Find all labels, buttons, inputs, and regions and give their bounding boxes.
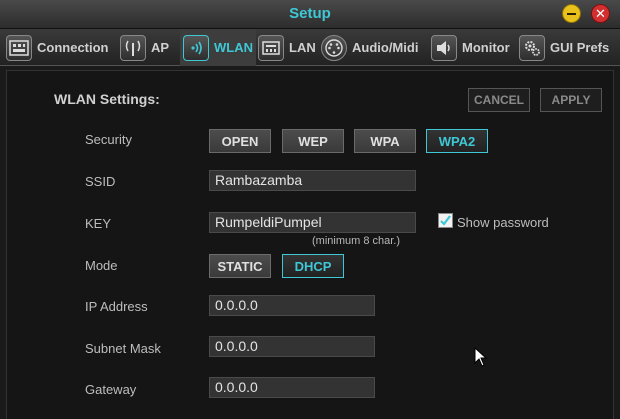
connection-icon <box>6 34 32 61</box>
show-password-label: Show password <box>457 215 549 230</box>
access-point-icon <box>120 34 146 61</box>
tab-gui-prefs[interactable]: GUI Prefs <box>519 29 618 66</box>
ssid-field[interactable]: Rambazamba <box>209 170 416 191</box>
tab-label: AP <box>151 40 170 55</box>
security-label: Security <box>85 132 132 147</box>
title-bar: Setup ✕ <box>0 0 620 29</box>
mode-label: Mode <box>85 258 118 273</box>
mode-static-button[interactable]: STATIC <box>209 254 271 278</box>
tab-label: Audio/Midi <box>352 40 419 55</box>
subnet-mask-field[interactable]: 0.0.0.0 <box>209 336 375 357</box>
tab-monitor[interactable]: Monitor <box>431 29 517 66</box>
cancel-button[interactable]: CANCEL <box>468 88 530 112</box>
gateway-field[interactable]: 0.0.0.0 <box>209 377 375 398</box>
key-field[interactable]: RumpeldiPumpel <box>209 212 416 233</box>
minimize-icon <box>567 12 576 15</box>
gateway-label: Gateway <box>85 382 137 397</box>
speaker-icon <box>431 34 457 61</box>
ethernet-icon <box>258 34 284 61</box>
tab-lan[interactable]: LAN <box>258 29 320 66</box>
ip-address-label: IP Address <box>85 299 148 314</box>
security-wep-button[interactable]: WEP <box>282 129 344 153</box>
show-password-checkbox[interactable] <box>438 213 453 228</box>
tab-connection[interactable]: Connection <box>6 29 118 66</box>
mouse-cursor-icon <box>474 347 488 367</box>
mode-dhcp-button[interactable]: DHCP <box>282 254 344 278</box>
tab-label: Connection <box>37 40 109 55</box>
wlan-settings-panel <box>6 70 614 419</box>
ssid-label: SSID <box>85 174 116 189</box>
check-icon <box>440 215 451 226</box>
ip-address-field[interactable]: 0.0.0.0 <box>209 295 375 316</box>
key-hint: (minimum 8 char.) <box>312 235 401 247</box>
tab-label: LAN <box>289 40 316 55</box>
subnet-mask-label: Subnet Mask <box>85 341 161 356</box>
close-button[interactable]: ✕ <box>591 4 610 23</box>
tab-ap[interactable]: AP <box>120 29 180 66</box>
security-wpa2-button[interactable]: WPA2 <box>426 129 488 153</box>
apply-button[interactable]: APPLY <box>540 88 602 112</box>
wifi-icon <box>183 34 209 61</box>
close-icon: ✕ <box>595 6 606 21</box>
midi-icon <box>321 34 347 61</box>
window-title: Setup <box>289 5 331 22</box>
tab-label: Monitor <box>462 40 510 55</box>
key-label: KEY <box>85 216 112 231</box>
section-title: WLAN Settings: <box>54 91 160 107</box>
tab-wlan[interactable]: WLAN <box>180 29 256 66</box>
tab-bar: Connection AP WLAN LAN Audio/Midi Monito… <box>0 29 620 66</box>
tab-audio-midi[interactable]: Audio/Midi <box>321 29 429 66</box>
security-wpa-button[interactable]: WPA <box>354 129 416 153</box>
tab-label: GUI Prefs <box>550 40 610 55</box>
minimize-button[interactable] <box>562 4 581 23</box>
gears-icon <box>519 34 545 61</box>
security-open-button[interactable]: OPEN <box>209 129 271 153</box>
tab-label: WLAN <box>214 40 253 55</box>
